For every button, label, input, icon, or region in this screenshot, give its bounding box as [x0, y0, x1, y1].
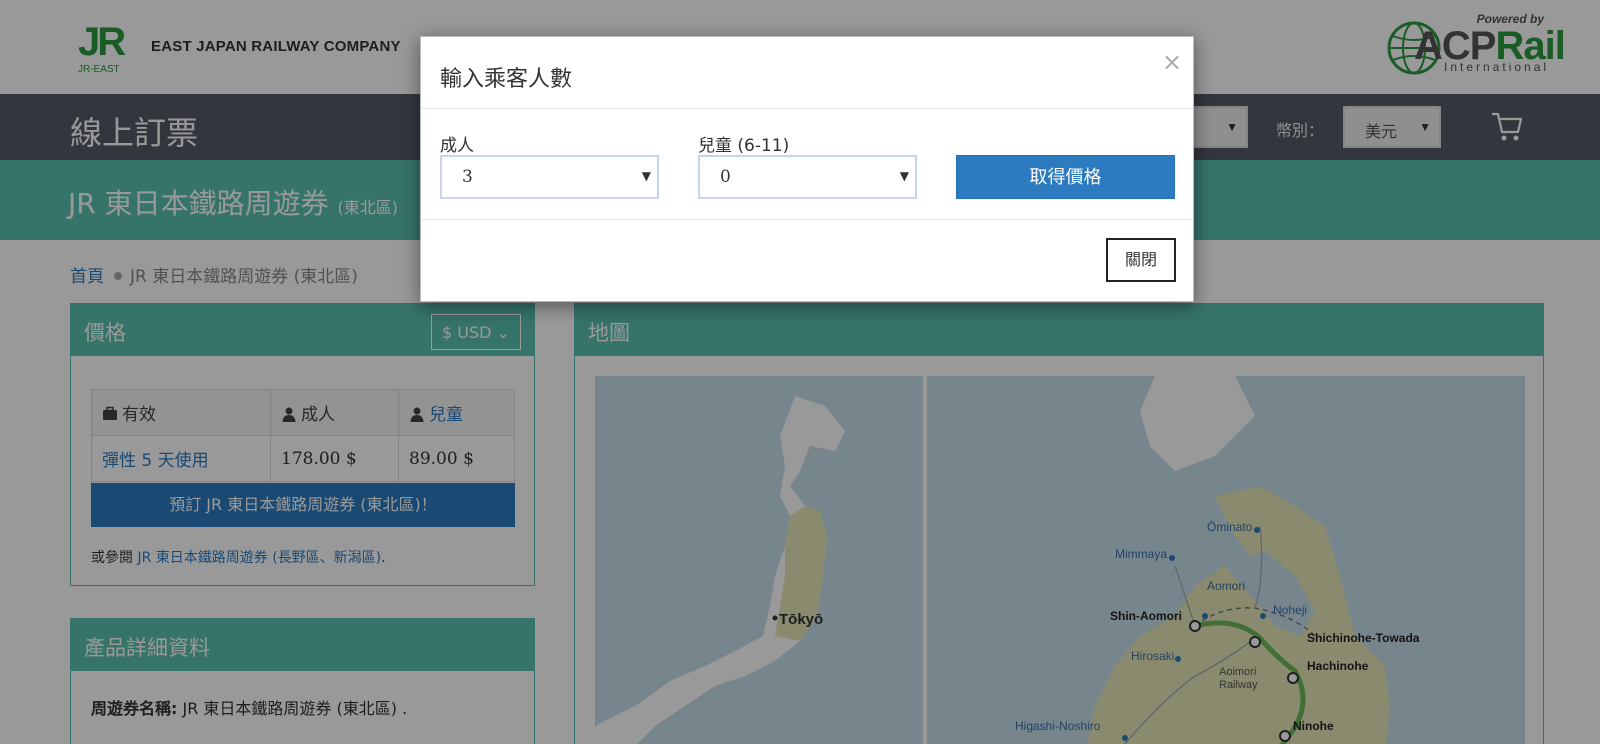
chevron-down-icon: ▼ — [641, 169, 651, 183]
modal-header: 輸入乘客人數 × — [421, 37, 1193, 109]
passenger-count-modal: 輸入乘客人數 × 成人 3 ▼ 兒童 (6-11) 0 ▼ 取得價格 關閉 — [420, 36, 1194, 302]
close-button[interactable]: 關閉 — [1106, 238, 1176, 282]
adult-label: 成人 — [440, 136, 474, 156]
modal-footer-divider — [421, 219, 1193, 220]
close-icon[interactable]: × — [1161, 50, 1183, 74]
child-label: 兒童 (6-11) — [698, 136, 790, 156]
get-price-button[interactable]: 取得價格 — [956, 155, 1175, 199]
modal-title: 輸入乘客人數 — [440, 67, 573, 92]
child-count-value: 0 — [720, 167, 731, 187]
adult-count-select[interactable]: 3 ▼ — [440, 155, 659, 199]
adult-count-value: 3 — [462, 167, 473, 187]
child-count-select[interactable]: 0 ▼ — [698, 155, 917, 199]
chevron-down-icon: ▼ — [899, 169, 909, 183]
